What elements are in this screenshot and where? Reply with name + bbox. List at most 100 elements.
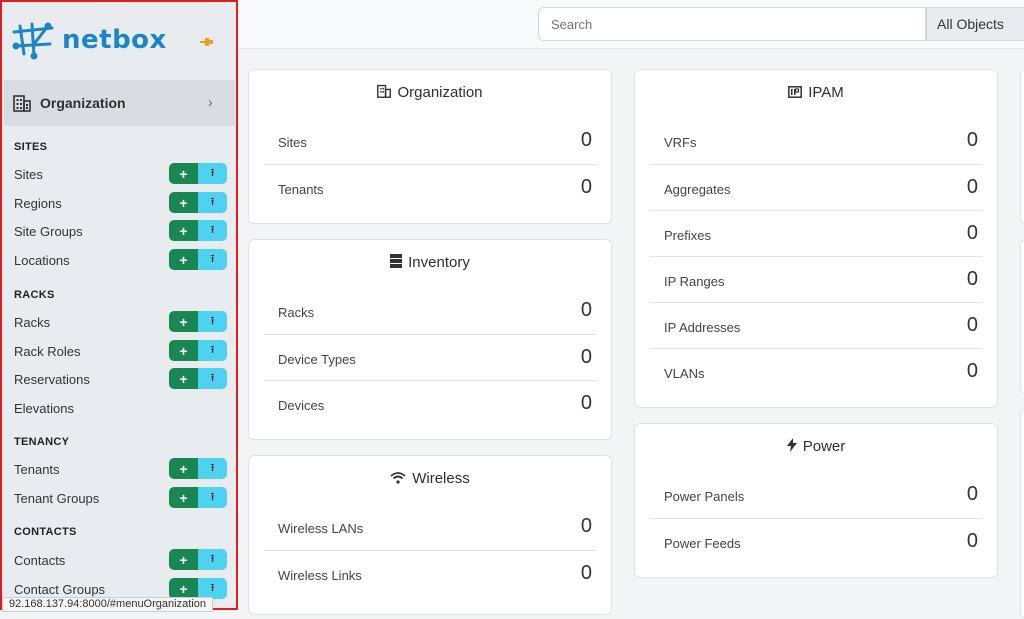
add-site-group-button[interactable]: +: [169, 220, 198, 241]
card-power: Power Power Panels 0 Power Feeds 0: [634, 423, 998, 578]
add-location-button[interactable]: +: [169, 249, 198, 270]
card-partial-1: [1020, 69, 1024, 224]
row-count: 0: [966, 268, 978, 290]
sidebar-item-rack-roles[interactable]: Rack Roles: [14, 344, 80, 359]
contacts-actions: + ⭱: [169, 549, 227, 570]
row-count: 0: [966, 530, 978, 552]
server-icon: [390, 254, 403, 272]
row-power-feeds[interactable]: Power Feeds 0: [650, 518, 982, 565]
sidebar-item-locations[interactable]: Locations: [14, 253, 70, 268]
import-tenant-groups-button[interactable]: ⭱: [198, 487, 227, 508]
sidebar-item-contacts[interactable]: Contacts: [14, 553, 65, 568]
contact-groups-actions: + ⭱: [169, 578, 227, 599]
row-label: Prefixes: [664, 228, 711, 243]
reservations-actions: + ⭱: [169, 368, 227, 389]
row-count: 0: [966, 176, 978, 198]
card-ipam-title: IPAM: [635, 84, 997, 102]
row-count: 0: [580, 176, 592, 198]
row-ip-addresses[interactable]: IP Addresses 0: [650, 302, 982, 349]
add-contact-button[interactable]: +: [169, 549, 198, 570]
import-sites-button[interactable]: ⭱: [198, 163, 227, 184]
top-navbar: All Objects: [238, 0, 1024, 49]
row-devices[interactable]: Devices 0: [264, 380, 596, 427]
import-site-groups-button[interactable]: ⭱: [198, 220, 227, 241]
row-label: Wireless Links: [278, 568, 362, 583]
card-organization-label: Organization: [397, 84, 483, 101]
row-label: Aggregates: [664, 182, 731, 197]
row-label: VRFs: [664, 135, 697, 150]
sidebar-item-tenants[interactable]: Tenants: [14, 462, 60, 477]
regions-actions: + ⭱: [169, 192, 227, 213]
row-label: Power Feeds: [664, 536, 741, 551]
import-contacts-button[interactable]: ⭱: [198, 549, 227, 570]
card-ipam: IPAM VRFs 0 Aggregates 0 Prefixes 0 IP R…: [634, 69, 998, 408]
building-icon: [377, 84, 392, 102]
locations-actions: + ⭱: [169, 249, 227, 270]
sidebar-item-racks[interactable]: Racks: [14, 315, 50, 330]
row-wireless-lans[interactable]: Wireless LANs 0: [264, 504, 596, 550]
row-racks[interactable]: Racks 0: [264, 288, 596, 334]
card-organization: Organization Sites 0 Tenants 0: [248, 69, 612, 224]
site-groups-actions: + ⭱: [169, 220, 227, 241]
section-racks: RACKS: [14, 289, 55, 301]
card-power-label: Power: [802, 438, 846, 455]
row-count: 0: [580, 129, 592, 151]
search-scope-dropdown[interactable]: All Objects: [926, 7, 1024, 41]
card-inventory: Inventory Racks 0 Device Types 0 Devices…: [248, 239, 612, 440]
row-count: 0: [966, 360, 978, 382]
netbox-logo-icon: [12, 22, 54, 60]
card-ipam-label: IPAM: [808, 84, 844, 101]
row-tenants[interactable]: Tenants 0: [264, 164, 596, 211]
import-reservations-button[interactable]: ⭱: [198, 368, 227, 389]
row-label: Wireless LANs: [278, 521, 364, 536]
row-vrfs[interactable]: VRFs 0: [650, 118, 982, 164]
add-rack-button[interactable]: +: [169, 311, 198, 332]
add-tenant-button[interactable]: +: [169, 458, 198, 479]
row-count: 0: [580, 346, 592, 368]
add-reservation-button[interactable]: +: [169, 368, 198, 389]
row-sites[interactable]: Sites 0: [264, 118, 596, 164]
add-rack-role-button[interactable]: +: [169, 340, 198, 361]
row-ip-ranges[interactable]: IP Ranges 0: [650, 256, 982, 303]
sidebar-item-sites[interactable]: Sites: [14, 167, 43, 182]
row-prefixes[interactable]: Prefixes 0: [650, 210, 982, 257]
sidebar-item-site-groups[interactable]: Site Groups: [14, 224, 83, 239]
add-tenant-group-button[interactable]: +: [169, 487, 198, 508]
card-inventory-label: Inventory: [408, 254, 470, 271]
sidebar-item-contact-groups[interactable]: Contact Groups: [14, 582, 105, 597]
row-vlans[interactable]: VLANs 0: [650, 348, 982, 395]
add-contact-group-button[interactable]: +: [169, 578, 198, 599]
row-label: Power Panels: [664, 489, 745, 504]
import-regions-button[interactable]: ⭱: [198, 192, 227, 213]
add-region-button[interactable]: +: [169, 192, 198, 213]
import-contact-groups-button[interactable]: ⭱: [198, 578, 227, 599]
row-aggregates[interactable]: Aggregates 0: [650, 164, 982, 211]
row-power-panels[interactable]: Power Panels 0: [650, 472, 982, 518]
add-site-button[interactable]: +: [169, 163, 198, 184]
sidebar-item-reservations[interactable]: Reservations: [14, 372, 90, 387]
lightning-bolt-icon: [786, 438, 797, 456]
sidebar: netbox Organization › SITES Sites + ⭱ Re…: [0, 0, 238, 610]
pin-icon[interactable]: [200, 34, 214, 50]
row-label: IP Addresses: [664, 320, 741, 335]
row-count: 0: [966, 129, 978, 151]
sites-actions: + ⭱: [169, 163, 227, 184]
row-wireless-links[interactable]: Wireless Links 0: [264, 550, 596, 597]
brand-logo[interactable]: netbox: [12, 16, 167, 64]
row-count: 0: [966, 222, 978, 244]
search-input[interactable]: [538, 7, 926, 41]
card-wireless-title: Wireless: [249, 470, 611, 488]
row-device-types[interactable]: Device Types 0: [264, 334, 596, 381]
sidebar-item-elevations[interactable]: Elevations: [14, 401, 74, 416]
sidebar-item-regions[interactable]: Regions: [14, 196, 62, 211]
import-rack-roles-button[interactable]: ⭱: [198, 340, 227, 361]
import-racks-button[interactable]: ⭱: [198, 311, 227, 332]
ip-icon: [788, 85, 803, 102]
menu-organization[interactable]: Organization ›: [4, 80, 235, 126]
tenant-groups-actions: + ⭱: [169, 487, 227, 508]
row-count: 0: [580, 299, 592, 321]
sidebar-item-tenant-groups[interactable]: Tenant Groups: [14, 491, 99, 506]
wifi-icon: [390, 471, 406, 488]
import-tenants-button[interactable]: ⭱: [198, 458, 227, 479]
import-locations-button[interactable]: ⭱: [198, 249, 227, 270]
